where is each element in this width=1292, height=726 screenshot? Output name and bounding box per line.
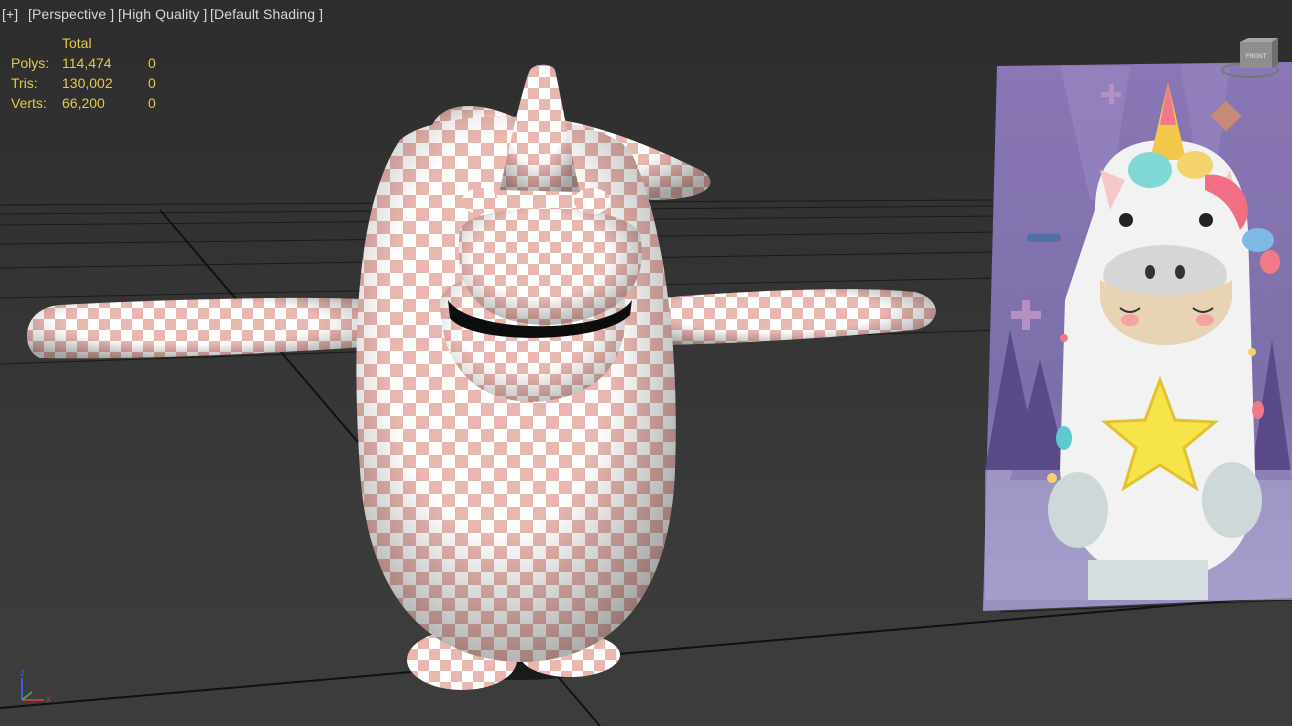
stats-key: Verts:	[11, 95, 47, 111]
stats-total-header: Total	[62, 35, 92, 51]
stats-value: 130,002	[62, 75, 113, 91]
viewport-menu-label[interactable]: [+]	[2, 6, 18, 22]
viewport-scene	[0, 62, 1292, 726]
viewport-shading-label[interactable]: [Default Shading ]	[210, 6, 323, 22]
viewport-pov-label[interactable]: [Perspective ]	[28, 6, 114, 22]
unicorn-poster	[983, 62, 1292, 611]
stats-selected: 0	[148, 55, 156, 71]
viewport-quality-label[interactable]: [High Quality ]	[118, 6, 207, 22]
perspective-viewport[interactable]: [+] [Perspective ] [High Quality ] [Defa…	[0, 0, 1292, 726]
stats-key: Polys:	[11, 55, 50, 71]
axis-tripod-icon: z x	[20, 668, 51, 705]
axis-z-label: z	[20, 668, 25, 679]
stats-key: Tris:	[11, 75, 38, 91]
stats-selected: 0	[148, 95, 156, 111]
viewcube-front-label[interactable]: FRONT	[1246, 54, 1267, 60]
checker-character	[26, 64, 936, 690]
axis-x-label: x	[46, 694, 51, 705]
stats-value: 114,474	[62, 55, 112, 71]
viewcube-icon[interactable]: FRONT	[1220, 36, 1280, 80]
stats-value: 66,200	[62, 95, 105, 111]
stats-selected: 0	[148, 75, 156, 91]
